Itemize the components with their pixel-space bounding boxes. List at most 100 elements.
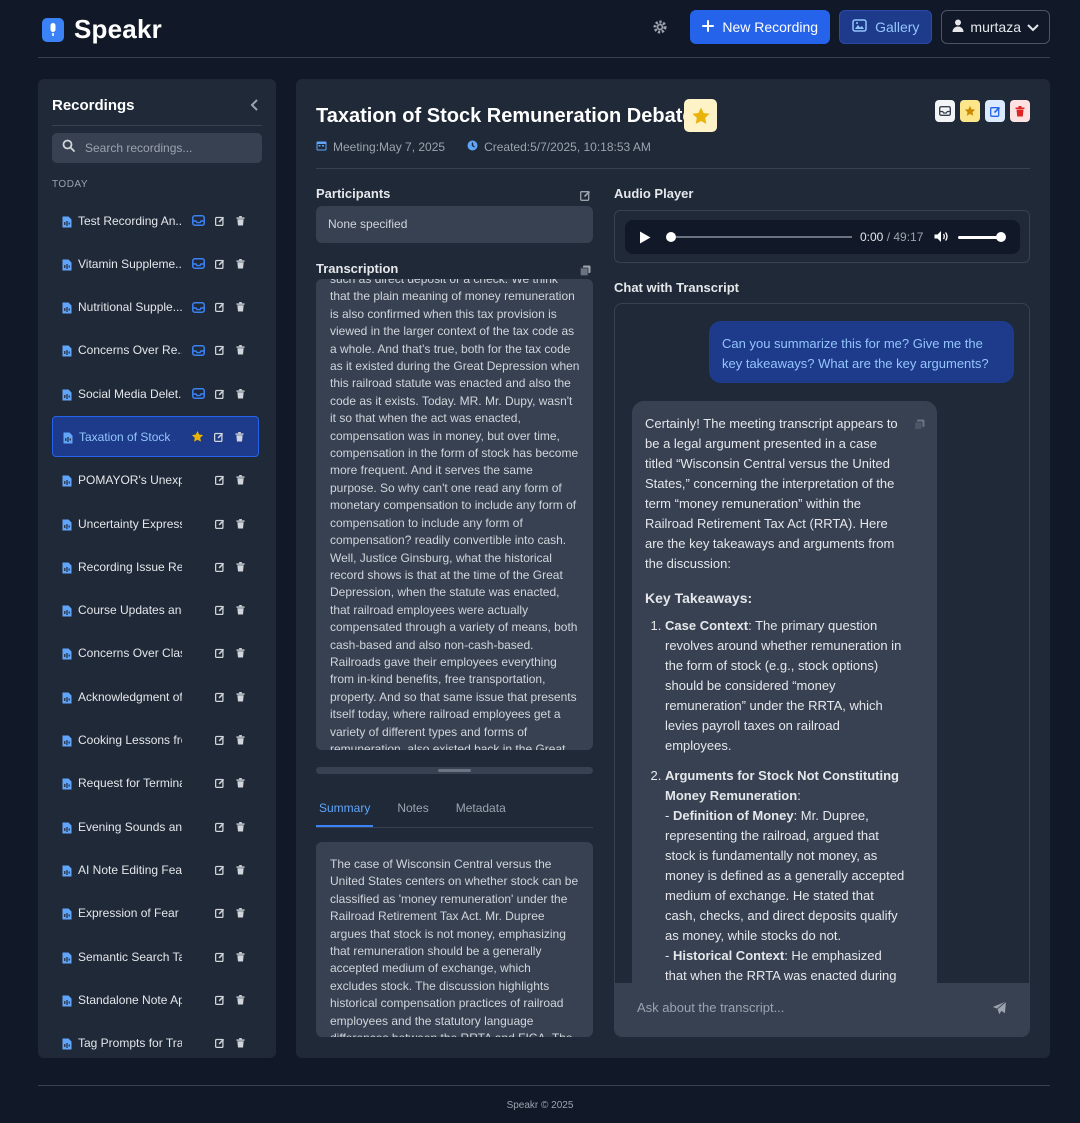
app-logo[interactable]: Speakr (42, 14, 162, 45)
edit-icon[interactable] (213, 690, 226, 703)
edit-icon[interactable] (213, 734, 226, 747)
recording-item[interactable]: Vitamin Suppleme... (52, 243, 259, 284)
inbox-button[interactable] (935, 100, 955, 122)
trash-icon[interactable] (234, 474, 247, 487)
chat-input[interactable] (635, 999, 955, 1016)
panel-resize-handle[interactable] (316, 767, 593, 774)
recording-item[interactable]: Tag Prompts for Trans... (52, 1023, 259, 1058)
recording-item[interactable]: Request for Terminal E... (52, 763, 259, 804)
recording-item-label: Expression of Fear (78, 906, 179, 921)
trash-icon[interactable] (234, 214, 247, 227)
edit-icon[interactable] (213, 907, 226, 920)
edit-icon[interactable] (213, 257, 226, 270)
edit-icon[interactable] (213, 647, 226, 660)
trash-icon[interactable] (234, 950, 247, 963)
edit-button[interactable] (985, 100, 1005, 122)
participants-field[interactable]: None specified (316, 206, 593, 243)
edit-icon[interactable] (213, 214, 226, 227)
edit-participants-icon[interactable] (580, 188, 591, 206)
inbox-icon[interactable] (192, 214, 205, 227)
recording-item[interactable]: Test Recording An... (52, 200, 259, 241)
edit-icon[interactable] (213, 301, 226, 314)
chevron-left-icon[interactable] (248, 98, 262, 112)
recording-item[interactable]: Recording Issue Resol... (52, 546, 259, 587)
gear-icon[interactable] (649, 16, 671, 38)
star-button[interactable] (960, 100, 980, 122)
send-icon[interactable] (992, 1001, 1007, 1020)
recording-item[interactable]: Concerns Over Re... (52, 330, 259, 371)
trash-icon[interactable] (234, 647, 247, 660)
recording-item[interactable]: Semantic Search Taggi... (52, 936, 259, 977)
tab-notes[interactable]: Notes (394, 801, 431, 827)
trash-icon[interactable] (234, 907, 247, 920)
play-icon[interactable] (639, 231, 651, 249)
recording-item[interactable]: Concerns Over Classm... (52, 633, 259, 674)
edit-icon[interactable] (213, 387, 226, 400)
volume-track[interactable] (958, 236, 998, 239)
trash-icon[interactable] (234, 560, 247, 573)
edit-icon[interactable] (213, 344, 226, 357)
favorite-star-button[interactable] (684, 99, 717, 132)
recording-item[interactable]: Taxation of Stock ... (52, 416, 259, 458)
edit-icon[interactable] (213, 993, 226, 1006)
trash-icon[interactable] (233, 430, 246, 443)
trash-icon[interactable] (234, 1037, 247, 1050)
tab-metadata[interactable]: Metadata (453, 801, 509, 827)
file-audio-icon (62, 561, 72, 574)
star-icon[interactable] (191, 430, 204, 443)
trash-icon[interactable] (234, 734, 247, 747)
transcription-panel[interactable]: such as direct deposit or a check. We th… (316, 279, 593, 750)
seek-track[interactable] (676, 236, 852, 238)
recording-item[interactable]: Course Updates and F... (52, 590, 259, 631)
new-recording-button[interactable]: New Recording (690, 10, 831, 44)
trash-icon[interactable] (234, 344, 247, 357)
trash-icon[interactable] (234, 820, 247, 833)
trash-icon[interactable] (234, 863, 247, 876)
trash-icon[interactable] (234, 387, 247, 400)
recording-item[interactable]: Social Media Delet... (52, 373, 259, 414)
user-menu-button[interactable]: murtaza (941, 10, 1050, 44)
edit-icon[interactable] (212, 430, 225, 443)
edit-icon[interactable] (213, 517, 226, 530)
recording-meta: Meeting:May 7, 2025 Created:5/7/2025, 10… (316, 140, 651, 154)
trash-icon[interactable] (234, 993, 247, 1006)
tab-summary[interactable]: Summary (316, 801, 374, 827)
edit-icon[interactable] (213, 604, 226, 617)
inbox-icon[interactable] (192, 344, 205, 357)
trash-icon[interactable] (234, 517, 247, 530)
seek-handle[interactable] (666, 232, 676, 242)
copy-icon[interactable] (914, 417, 925, 435)
inbox-icon[interactable] (192, 257, 205, 270)
edit-icon[interactable] (213, 950, 226, 963)
summary-panel[interactable]: The case of Wisconsin Central versus the… (316, 842, 593, 1037)
trash-icon[interactable] (234, 777, 247, 790)
edit-icon[interactable] (213, 560, 226, 573)
trash-icon[interactable] (234, 690, 247, 703)
search-box[interactable] (52, 133, 262, 163)
edit-icon[interactable] (213, 820, 226, 833)
gallery-button[interactable]: Gallery (839, 10, 933, 44)
trash-icon[interactable] (234, 301, 247, 314)
recording-item[interactable]: Nutritional Supple... (52, 287, 259, 328)
search-input[interactable] (83, 140, 243, 156)
recording-item[interactable]: Uncertainty Expressed... (52, 503, 259, 544)
volume-handle[interactable] (996, 232, 1006, 242)
recording-item[interactable]: Expression of Fear (52, 893, 259, 934)
edit-icon[interactable] (213, 474, 226, 487)
delete-button[interactable] (1010, 100, 1030, 122)
edit-icon[interactable] (213, 863, 226, 876)
recording-item[interactable]: Standalone Note App ... (52, 979, 259, 1020)
recording-item[interactable]: AI Note Editing Featur... (52, 849, 259, 890)
recording-item[interactable]: Acknowledgment of C... (52, 676, 259, 717)
trash-icon[interactable] (234, 257, 247, 270)
volume-icon[interactable] (934, 230, 948, 248)
trash-icon[interactable] (234, 604, 247, 617)
recording-item[interactable]: Evening Sounds and A... (52, 806, 259, 847)
edit-icon[interactable] (213, 1037, 226, 1050)
recording-item[interactable]: Cooking Lessons from... (52, 720, 259, 761)
edit-icon[interactable] (213, 777, 226, 790)
inbox-icon[interactable] (192, 387, 205, 400)
recording-item[interactable]: POMAYOR's Unexpect... (52, 460, 259, 501)
recording-item-label: Concerns Over Re... (78, 343, 182, 358)
inbox-icon[interactable] (192, 301, 205, 314)
